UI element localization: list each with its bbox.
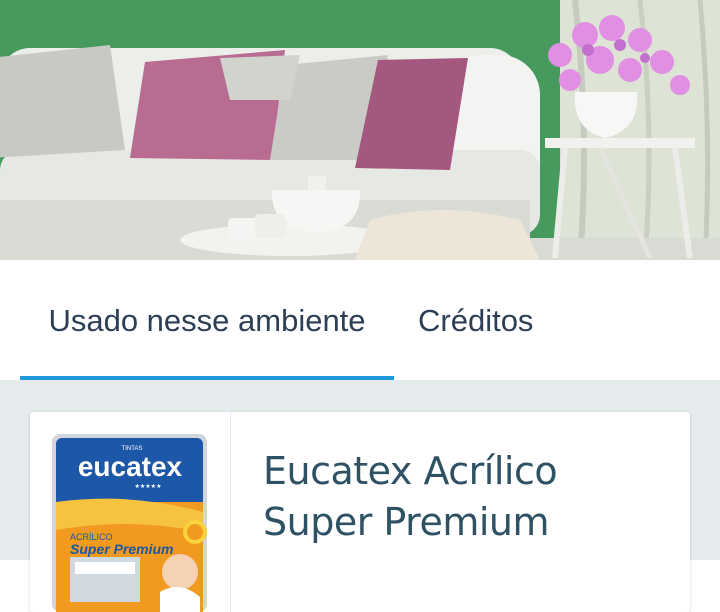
products-list: TINTAS eucatex ★★★★★ ACRÍLICO Super Prem… [0,380,720,612]
brand-text: eucatex [78,451,183,482]
brand-stars: ★★★★★ [135,483,162,490]
tab-used-in-room[interactable]: Usado nesse ambiente [20,260,394,380]
tab-bar: Usado nesse ambiente Créditos [0,260,720,380]
tab-credits[interactable]: Créditos [418,260,533,380]
product-sub-text: Super Premium [70,541,173,557]
product-name: Eucatex Acrílico Super Premium [263,449,558,544]
product-image: TINTAS eucatex ★★★★★ ACRÍLICO Super Prem… [30,412,230,612]
product-card[interactable]: TINTAS eucatex ★★★★★ ACRÍLICO Super Prem… [30,412,690,612]
card-divider [230,412,231,612]
room-photo [0,0,720,260]
